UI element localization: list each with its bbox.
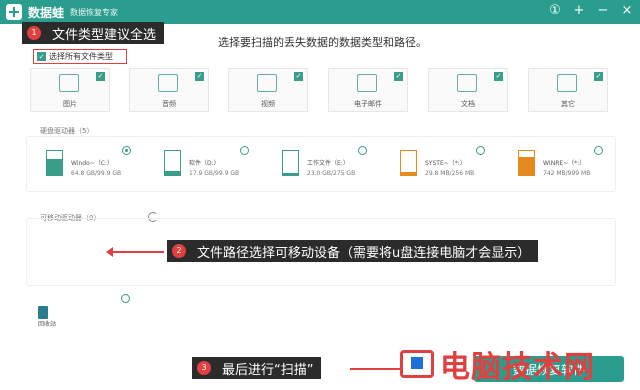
minimize-icon[interactable]: − [596,3,610,18]
drive-usage-bar [519,157,534,175]
file-type-grid: ✓ 图片 ✓ 音频 ✓ 视频 ✓ 电子邮件 ✓ 文档 ✓ 其它 [30,68,616,116]
recycle-bin-label: 回收站 [38,321,57,328]
checkbox-icon: ✓ [494,72,503,81]
checkbox-icon: ✓ [394,72,403,81]
type-label: 文档 [461,100,475,108]
drive-radio[interactable] [594,146,603,155]
type-document[interactable]: ✓ 文档 [428,68,508,112]
app-name: 数据蛙 [28,5,65,20]
drive-radio[interactable] [240,146,249,155]
drive-radio[interactable] [122,146,131,155]
drive-usage-bar [283,173,298,175]
checkbox-icon: ✓ [195,72,204,81]
drive-icon [518,150,535,176]
checkbox-icon: ✓ [37,52,46,61]
drive-size: 29.8 MB/256 MB [425,170,475,177]
drive-radio[interactable] [476,146,485,155]
type-image[interactable]: ✓ 图片 [30,68,110,112]
drive-item[interactable]: Windo~（C:） 64.8 GB/99.9 GB [34,146,152,186]
arrow-icon [106,247,164,257]
drive-usage-bar [165,170,180,175]
drive-icon [282,150,299,176]
annotation-3: 3 最后进行“扫描” [192,357,322,379]
watermark: 电脑技术网 [400,342,595,386]
drive-size: 64.8 GB/99.9 GB [71,170,122,177]
drive-item[interactable]: 工作文件（E:） 23.0 GB/275 GB [270,146,388,186]
window-controls: ① + − × [548,3,634,18]
drive-name: 软件（D:） [189,160,220,167]
checkbox-icon: ✓ [594,72,603,81]
drive-size: 23.0 GB/275 GB [307,170,356,177]
app-logo-icon [6,4,22,20]
drive-size: 17.9 GB/99.9 GB [189,170,240,177]
type-audio[interactable]: ✓ 音频 [129,68,209,112]
drive-name: WINRE~（*:） [543,160,586,167]
type-email[interactable]: ✓ 电子邮件 [328,68,408,112]
checkbox-icon: ✓ [96,72,105,81]
image-icon [59,74,79,92]
drive-name: Windo~（C:） [71,160,113,167]
drive-icon [164,150,181,176]
drive-name: 工作文件（E:） [307,160,349,167]
drive-item[interactable]: WINRE~（*:） 742 MB/999 MB [506,146,624,186]
type-label: 视频 [261,100,275,108]
annotation-text: 文件路径选择可移动设备（需要将u盘连接电脑才会显示） [197,245,531,261]
annotation-text: 最后进行“扫描” [222,362,314,378]
drive-size: 742 MB/999 MB [543,170,591,177]
recycle-bin-radio[interactable] [121,294,130,303]
drive-radio[interactable] [358,146,367,155]
video-icon [257,74,277,92]
annotation-number: 3 [197,361,211,375]
checkbox-icon: ✓ [294,72,303,81]
document-icon [457,74,477,92]
type-label: 电子邮件 [354,100,382,108]
annotation-number: 1 [27,26,41,40]
drive-usage-bar [401,172,416,175]
drive-item[interactable]: 软件（D:） 17.9 GB/99.9 GB [152,146,270,186]
type-other[interactable]: ✓ 其它 [528,68,608,112]
watermark-text: 电脑技术网 [440,350,595,385]
watermark-logo-icon [400,350,434,378]
drive-icon [400,150,417,176]
drive-usage-bar [47,159,62,175]
annotation-2: 2 文件路径选择可移动设备（需要将u盘连接电脑才会显示） [167,240,539,262]
drive-icon [46,150,63,176]
app-subtitle: 数据恢复专家 [70,7,119,17]
select-all-label: 选择所有文件类型 [49,52,113,61]
type-label: 音频 [162,100,176,108]
audio-icon [158,74,178,92]
type-video[interactable]: ✓ 视频 [228,68,308,112]
type-label: 图片 [63,100,77,108]
annotation-1: 1 文件类型建议全选 [22,22,165,44]
email-icon [357,74,377,92]
plus-icon[interactable]: + [572,3,586,18]
select-all-checkbox[interactable]: ✓ 选择所有文件类型 [33,49,127,64]
page-heading: 选择要扫描的丢失数据的数据类型和路径。 [218,36,427,49]
other-icon [557,74,577,92]
recycle-bin-icon[interactable] [38,306,48,319]
type-label: 其它 [561,100,575,108]
info-icon[interactable]: ① [548,3,562,18]
close-icon[interactable]: × [620,3,634,18]
annotation-text: 文件类型建议全选 [52,27,157,43]
annotation-number: 2 [172,244,186,258]
drive-item[interactable]: SYSTE~（*:） 29.8 MB/256 MB [388,146,506,186]
hard-drives-label: 硬盘驱动器（5） [40,127,94,135]
drive-name: SYSTE~（*:） [425,160,466,167]
title-bar: 数据蛙 数据恢复专家 ① + − × [0,0,640,24]
